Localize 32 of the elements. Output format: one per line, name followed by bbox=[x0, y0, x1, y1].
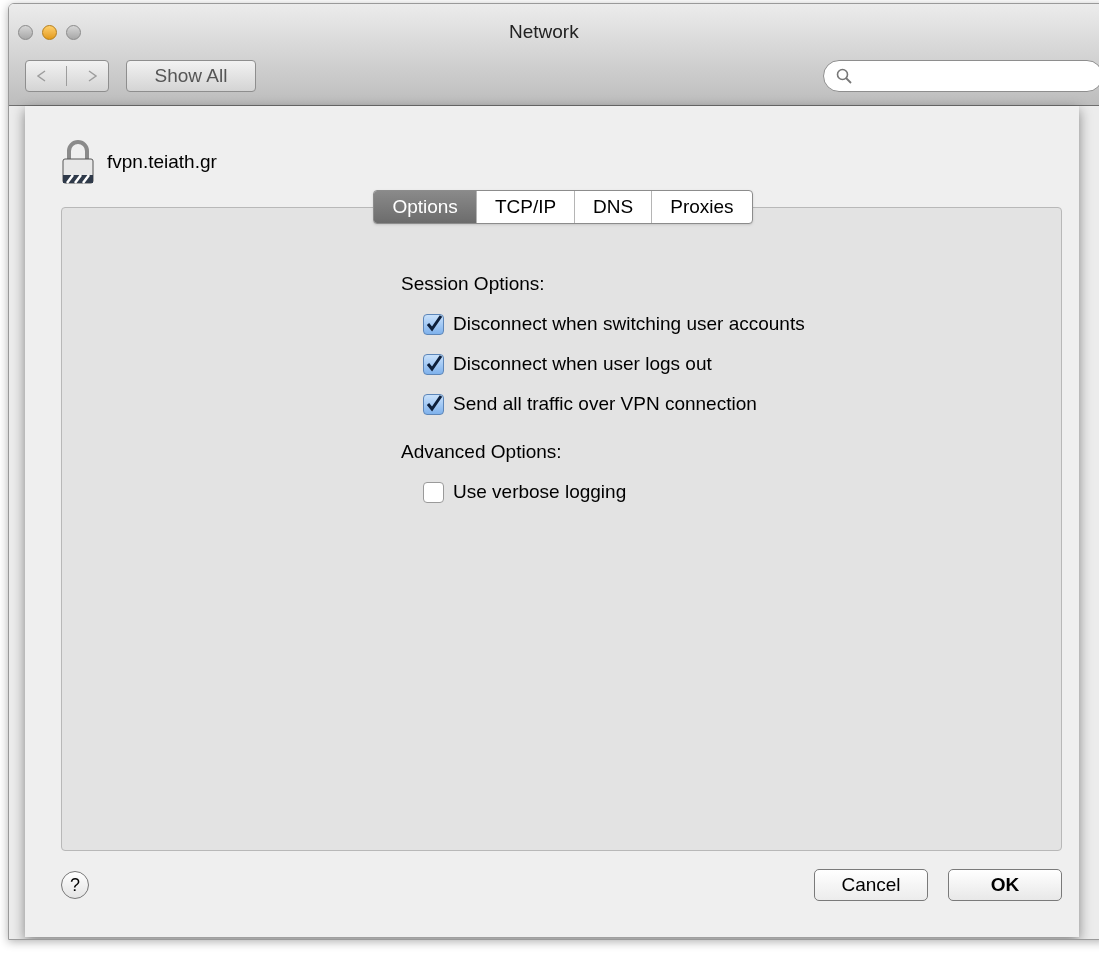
window-title: Network bbox=[509, 19, 579, 44]
checkbox[interactable] bbox=[423, 393, 444, 415]
section-heading: Session Options: bbox=[401, 272, 545, 296]
checkmark-icon bbox=[424, 355, 443, 373]
checkbox[interactable] bbox=[423, 481, 444, 503]
checkmark-icon bbox=[424, 315, 443, 333]
search-icon bbox=[836, 68, 852, 84]
ok-button[interactable]: OK bbox=[948, 869, 1062, 901]
close-button[interactable] bbox=[18, 24, 33, 40]
minimize-button[interactable] bbox=[42, 24, 57, 40]
help-button[interactable]: ? bbox=[61, 871, 89, 899]
tab[interactable]: Options bbox=[374, 191, 476, 223]
show-all-button[interactable]: Show All bbox=[126, 60, 256, 92]
checkbox-label: Use verbose logging bbox=[453, 479, 627, 504]
tab[interactable]: TCP/IP bbox=[475, 191, 575, 223]
checkbox-label: Disconnect when switching user accounts bbox=[453, 311, 805, 336]
tab[interactable]: Proxies bbox=[651, 191, 752, 223]
back-icon[interactable] bbox=[36, 70, 47, 82]
checkbox[interactable] bbox=[423, 313, 444, 335]
sheet-title: fvpn.teiath.gr bbox=[107, 149, 217, 174]
checkbox-label: Send all traffic over VPN connection bbox=[453, 391, 757, 416]
tab[interactable]: DNS bbox=[574, 191, 652, 223]
checkbox[interactable] bbox=[423, 353, 444, 375]
section-heading: Advanced Options: bbox=[401, 440, 562, 464]
cancel-button[interactable]: Cancel bbox=[814, 869, 928, 901]
checkbox-label: Disconnect when user logs out bbox=[453, 351, 712, 376]
zoom-button[interactable] bbox=[66, 24, 81, 40]
padlock-icon bbox=[61, 139, 95, 185]
checkmark-icon bbox=[424, 395, 443, 413]
back-forward-buttons[interactable] bbox=[25, 60, 109, 92]
search-field[interactable] bbox=[823, 60, 1099, 92]
forward-icon[interactable] bbox=[87, 70, 98, 82]
